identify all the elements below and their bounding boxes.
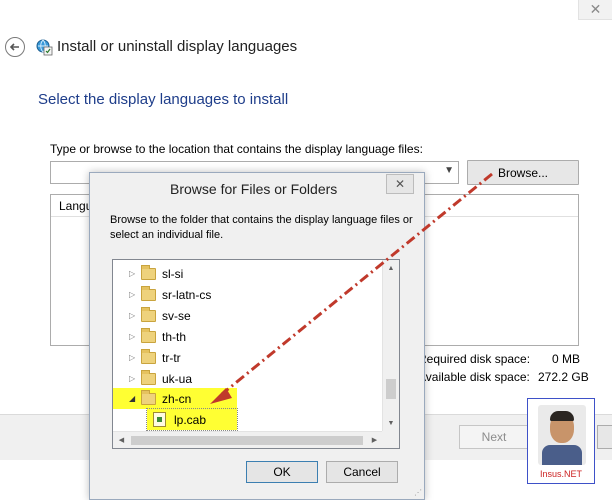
scroll-down-icon[interactable]: ▼ <box>383 415 399 432</box>
folder-open-icon <box>141 389 156 405</box>
cab-file-icon <box>153 412 166 427</box>
tree-item-th-th[interactable]: ▷ th-th <box>113 326 383 347</box>
tree-item-label: uk-ua <box>162 371 193 386</box>
folder-icon <box>141 327 156 343</box>
avatar-photo <box>538 405 586 465</box>
wizard-cancel-button[interactable] <box>597 425 612 449</box>
chevron-right-icon[interactable]: ▷ <box>129 332 139 341</box>
available-disk-label: Available disk space: <box>418 370 530 384</box>
folder-tree[interactable]: ▷ sl-si ▷ sr-latn-cs ▷ sv-se ▷ th-th ▷ t… <box>112 259 400 449</box>
tree-item-sl-si[interactable]: ▷ sl-si <box>113 263 383 284</box>
tree-item-zh-cn[interactable]: ◢ zh-cn <box>113 388 237 409</box>
tree-item-sv-se[interactable]: ▷ sv-se <box>113 305 383 326</box>
window-close-button[interactable]: ✕ <box>578 0 612 20</box>
back-button[interactable] <box>5 37 25 57</box>
tree-item-label: sv-se <box>162 308 191 323</box>
scrollbar-thumb[interactable] <box>131 436 363 445</box>
folder-icon <box>141 369 156 385</box>
tree-item-file[interactable]: lp.cab <box>146 408 238 431</box>
watermark-avatar: Insus.NET <box>527 398 595 484</box>
close-icon: ✕ <box>589 1 602 17</box>
browse-button[interactable]: Browse... <box>467 160 579 185</box>
dialog-title: Browse for Files or Folders <box>170 181 338 197</box>
scroll-right-icon[interactable]: ▶ <box>366 432 383 448</box>
file-label: lp.cab <box>174 412 207 427</box>
language-settings-icon <box>35 38 53 56</box>
path-label: Type or browse to the location that cont… <box>50 142 423 156</box>
cancel-button[interactable]: Cancel <box>326 461 398 483</box>
dialog-instructions: Browse to the folder that contains the d… <box>110 214 413 241</box>
scrollbar-corner <box>382 431 399 448</box>
chevron-right-icon[interactable]: ▷ <box>129 374 139 383</box>
folder-icon <box>141 285 156 301</box>
available-disk-value: 272.2 GB <box>538 370 589 384</box>
ok-button[interactable]: OK <box>246 461 318 483</box>
folder-icon <box>141 348 156 364</box>
next-button[interactable]: Next <box>459 425 529 449</box>
chevron-down-icon[interactable]: ▼ <box>444 165 454 176</box>
tree-item-label: sl-si <box>162 266 184 281</box>
tree-item-label: sr-latn-cs <box>162 287 212 302</box>
chevron-right-icon[interactable]: ▷ <box>129 353 139 362</box>
tree-item-label: th-th <box>162 329 187 344</box>
required-disk-label: Required disk space: <box>418 352 531 366</box>
tree-item-sr-latn-cs[interactable]: ▷ sr-latn-cs <box>113 284 383 305</box>
resize-grip-icon[interactable]: ⋰ <box>414 488 422 497</box>
dialog-titlebar[interactable]: Browse for Files or Folders ✕ <box>90 173 424 203</box>
tree-item-tr-tr[interactable]: ▷ tr-tr <box>113 347 383 368</box>
chevron-down-icon[interactable]: ◢ <box>129 394 139 403</box>
close-icon: ✕ <box>394 177 406 191</box>
page-heading: Select the display languages to install <box>38 91 289 108</box>
required-disk-value: 0 MB <box>552 352 581 366</box>
tree-item-label: zh-cn <box>162 391 192 406</box>
chevron-right-icon[interactable]: ▷ <box>129 269 139 278</box>
watermark-caption: Insus.NET <box>539 469 582 479</box>
vertical-scrollbar[interactable]: ▲ ▼ <box>382 260 399 432</box>
window-title: Install or uninstall display languages <box>57 38 298 55</box>
column-header-language[interactable]: Langu <box>59 199 92 213</box>
scroll-left-icon[interactable]: ◀ <box>113 432 130 448</box>
chevron-right-icon[interactable]: ▷ <box>129 311 139 320</box>
arrow-left-icon <box>9 43 19 51</box>
folder-icon <box>141 306 156 322</box>
dialog-close-button[interactable]: ✕ <box>386 174 414 194</box>
folder-icon <box>141 264 156 280</box>
tree-item-label: tr-tr <box>162 350 181 365</box>
scroll-up-icon[interactable]: ▲ <box>383 260 399 277</box>
tree-item-uk-ua[interactable]: ▷ uk-ua <box>113 368 383 389</box>
chevron-right-icon[interactable]: ▷ <box>129 290 139 299</box>
browse-dialog: Browse for Files or Folders ✕ Browse to … <box>89 172 425 500</box>
horizontal-scrollbar[interactable]: ◀ ▶ <box>113 431 383 448</box>
scrollbar-thumb[interactable] <box>386 379 396 399</box>
